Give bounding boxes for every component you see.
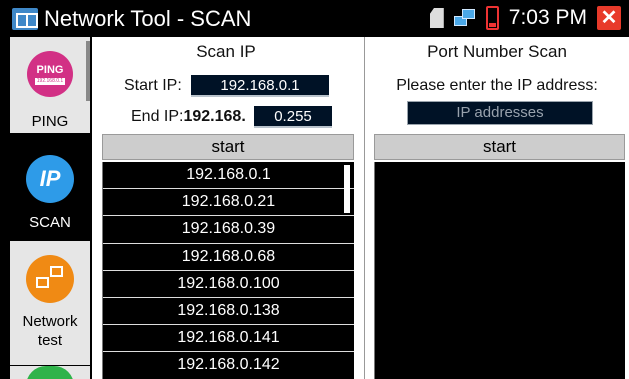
end-ip-prefix: 192.168. [183,108,246,125]
port-scan-title: Port Number Scan [427,42,567,61]
list-item[interactable]: 192.168.0.142 [103,352,354,379]
start-ip-input[interactable]: 192.168.0.1 [191,75,329,97]
clock: 7:03 PM [508,6,587,29]
battery-icon [485,6,499,30]
window-title: Network Tool - SCAN [44,6,252,31]
network-test-icon [26,255,74,303]
sidebar-item-label: test [37,332,63,349]
results-scrollbar[interactable] [344,165,350,213]
port-scan-panel: Port Number Scan Please enter the IP add… [364,37,629,379]
sidebar-item-label: PING [31,113,69,130]
end-ip-input[interactable]: 0.255 [254,106,332,128]
list-item[interactable]: 192.168.0.21 [103,189,354,217]
sidebar: PING 192.168.0.1 PING IP SCAN Network te… [0,37,92,379]
start-ip-label: Start IP: [124,77,182,94]
ip-scan-icon: IP [26,155,74,203]
end-ip-label: End IP:192.168. [131,108,246,125]
list-item[interactable]: 192.168.0.138 [103,298,354,326]
port-ip-input[interactable]: IP addresses [407,101,593,125]
sidebar-item-label: SCAN [29,214,71,231]
title-bar: Network Tool - SCAN 7:03 PM ✕ [0,0,629,36]
scan-ip-panel: Scan IP Start IP: 192.168.0.1 End IP:192… [94,37,358,379]
sidebar-scrollbar[interactable] [86,41,90,101]
ip-prompt-label: Please enter the IP address: [396,77,598,94]
list-item[interactable]: 192.168.0.39 [103,216,354,244]
list-item[interactable]: 192.168.0.68 [103,244,354,271]
sidebar-item-label: Network [22,313,78,330]
list-item[interactable]: 192.168.0.141 [103,325,354,353]
scan-ip-title: Scan IP [196,42,256,61]
main-area: Scan IP Start IP: 192.168.0.1 End IP:192… [92,37,629,379]
list-item[interactable]: 192.168.0.1 [103,162,354,190]
scan-results-list[interactable]: 192.168.0.1 192.168.0.21 192.168.0.39 19… [102,162,354,379]
network-status-icon [453,9,476,27]
list-item[interactable]: 192.168.0.100 [103,271,354,298]
sidebar-item-scan[interactable]: IP SCAN [10,141,90,235]
sd-card-icon [429,8,444,28]
port-results-list[interactable] [374,162,625,379]
status-area: 7:03 PM ✕ [429,3,621,33]
sidebar-item-ping[interactable]: PING 192.168.0.1 PING [10,37,90,133]
network-tool-icon [12,8,38,30]
sidebar-item-next[interactable] [10,366,90,379]
port-start-button[interactable]: start [374,134,625,160]
ping-icon: PING 192.168.0.1 [27,51,73,97]
next-tool-icon [26,366,74,379]
sidebar-item-network-test[interactable]: Network test [10,241,90,365]
close-icon[interactable]: ✕ [597,6,621,30]
scan-start-button[interactable]: start [102,134,354,160]
